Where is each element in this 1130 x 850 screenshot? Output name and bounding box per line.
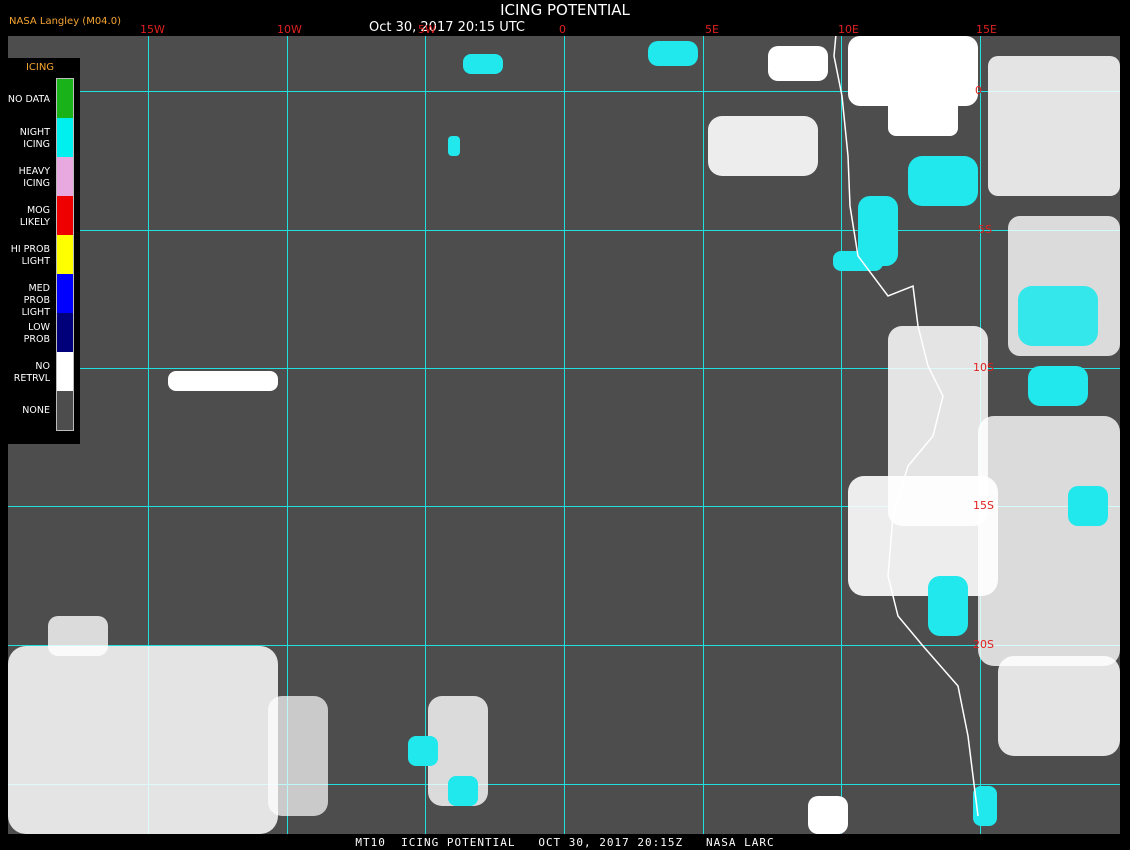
legend-swatch [57, 196, 73, 235]
map-timestamp: Oct 30, 2017 20:15 UTC [369, 20, 525, 35]
lat-label-10s: 10S [973, 361, 994, 374]
legend-label-no-data: NO DATA [7, 94, 50, 105]
legend-swatch [57, 118, 73, 157]
legend-label-none: NONE [22, 405, 50, 416]
coastline [833, 36, 979, 817]
lon-label-5w: 5W [418, 23, 436, 36]
lat-label-20s: 20S [973, 638, 994, 651]
lon-label-0: 0 [559, 23, 566, 36]
map-title: ICING POTENTIAL [500, 1, 630, 19]
legend-label-hi-prob-light: HI PROB LIGHT [10, 244, 50, 267]
lat-label-15s: 15S [973, 499, 994, 512]
legend-swatch [57, 352, 73, 391]
legend-title: ICING [25, 62, 55, 73]
legend-swatch [57, 274, 73, 313]
lat-label-0: 0 [975, 84, 982, 97]
footer-caption: MT10 ICING POTENTIAL OCT 30, 2017 20:15Z… [355, 836, 775, 849]
legend-label-mog-likely: MOG LIKELY [19, 205, 50, 228]
icing-legend: ICING NO DATA NIGHT ICING HEAVY ICING MO… [8, 58, 80, 444]
legend-label-heavy-icing: HEAVY ICING [18, 166, 50, 189]
lon-label-15e: 15E [976, 23, 997, 36]
legend-swatch [57, 313, 73, 352]
legend-label-med-prob-light: MED PROB LIGHT [21, 283, 50, 318]
legend-swatch [57, 79, 73, 118]
legend-swatch [57, 157, 73, 196]
legend-label-low-prob: LOW PROB [23, 322, 50, 345]
lon-label-10w: 10W [277, 23, 302, 36]
legend-label-night-icing: NIGHT ICING [19, 127, 50, 150]
credit-label: NASA Langley (M04.0) [9, 16, 121, 27]
legend-color-bar [56, 78, 74, 431]
lat-label-5s: 5S [978, 223, 992, 236]
lon-label-5e: 5E [705, 23, 719, 36]
lon-label-15w: 15W [140, 23, 165, 36]
lon-label-10e: 10E [838, 23, 859, 36]
legend-swatch [57, 235, 73, 274]
legend-swatch [57, 391, 73, 430]
legend-label-no-retrvl: NO RETRVL [13, 361, 50, 384]
